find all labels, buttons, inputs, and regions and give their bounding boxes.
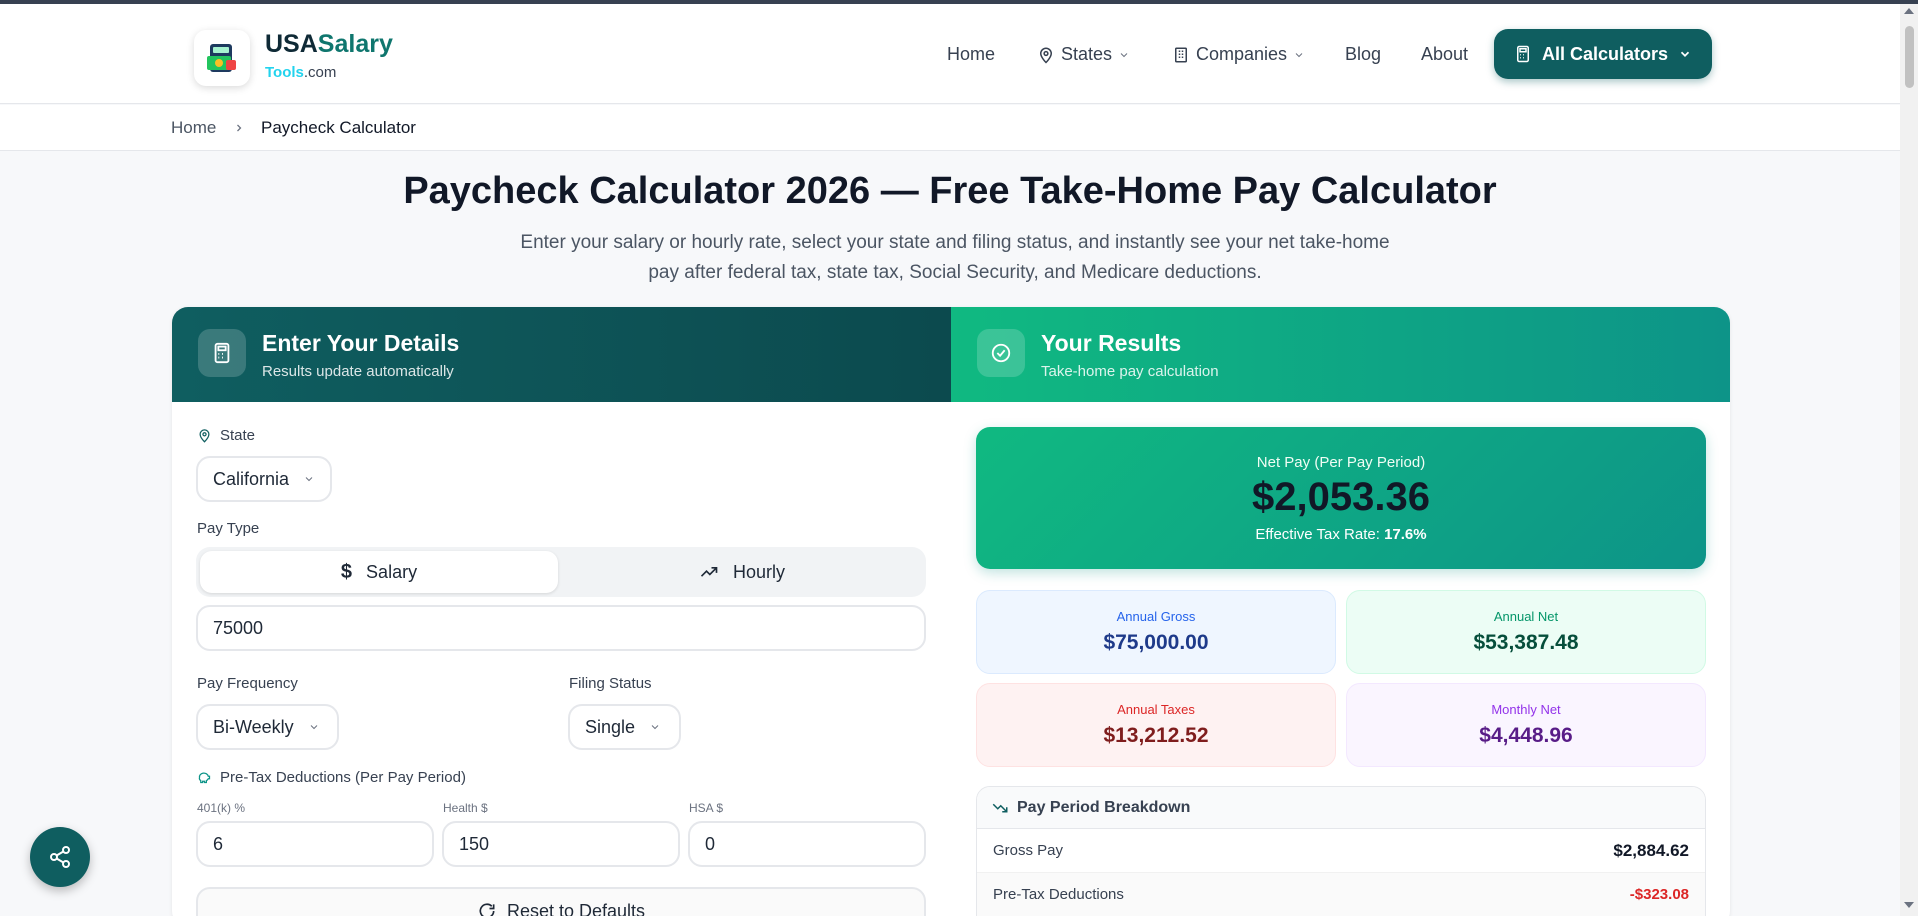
annual-taxes-card: Annual Taxes $13,212.52 <box>976 683 1336 767</box>
salary-input[interactable]: 75000 <box>196 605 926 651</box>
filing-status-select[interactable]: Single <box>568 704 681 750</box>
monthly-net-value: $4,448.96 <box>1479 724 1573 747</box>
share-icon <box>50 846 70 868</box>
401k-input[interactable]: 6 <box>196 821 434 867</box>
breadcrumb-current: Paycheck Calculator <box>261 118 416 137</box>
all-calculators-button[interactable]: All Calculators <box>1494 29 1712 79</box>
annual-net-value: $53,387.48 <box>1473 631 1579 654</box>
nav-home[interactable]: Home <box>947 44 995 65</box>
results-title: Your Results <box>1041 330 1182 356</box>
trending-up-icon <box>700 567 718 577</box>
hsa-input[interactable]: 0 <box>688 821 926 867</box>
filing-status-label: Filing Status <box>569 675 652 692</box>
health-label: Health $ <box>443 801 488 815</box>
breakdown-header: Pay Period Breakdown <box>977 787 1705 829</box>
pay-period-breakdown: Pay Period Breakdown Gross Pay $2,884.62… <box>976 786 1706 916</box>
net-pay-card: Net Pay (Per Pay Period) $2,053.36 Effec… <box>976 427 1706 569</box>
calculator-icon <box>198 329 246 377</box>
nav-companies[interactable]: Companies <box>1172 44 1305 65</box>
chevron-down-icon <box>310 725 318 730</box>
net-pay-value: $2,053.36 <box>1252 475 1430 519</box>
logo[interactable] <box>194 30 250 86</box>
scroll-up-arrow-icon[interactable] <box>1904 8 1914 14</box>
annual-gross-card: Annual Gross $75,000.00 <box>976 590 1336 674</box>
brand-name[interactable]: USASalary <box>265 30 393 59</box>
breadcrumb-separator-icon <box>233 118 245 139</box>
breakdown-row: Pre-Tax Deductions -$323.08 <box>977 873 1705 916</box>
annual-net-label: Annual Net <box>1493 609 1559 624</box>
hsa-label: HSA $ <box>689 801 724 815</box>
site-header: USASalary Tools.com Home States Companie… <box>0 4 1900 104</box>
page-title: Paycheck Calculator 2026 — Free Take-Hom… <box>403 170 1497 212</box>
health-input[interactable]: 150 <box>442 821 680 867</box>
scrollbar[interactable] <box>1900 4 1918 916</box>
calculator-icon <box>1516 45 1529 63</box>
annual-taxes-value: $13,212.52 <box>1103 724 1209 747</box>
map-pin-icon <box>199 429 210 443</box>
annual-net-card: Annual Net $53,387.48 <box>1346 590 1706 674</box>
pretax-deductions-label: Pre-Tax Deductions (Per Pay Period) <box>197 769 466 786</box>
annual-gross-value: $75,000.00 <box>1103 631 1209 654</box>
breadcrumb-home[interactable]: Home <box>171 118 216 138</box>
share-button[interactable] <box>30 827 90 887</box>
refresh-icon <box>479 903 495 916</box>
check-circle-icon <box>977 329 1025 377</box>
state-label: State <box>197 427 255 444</box>
results-subtitle: Take-home pay calculation <box>1041 363 1219 380</box>
results-header: Your Results Take-home pay calculation <box>951 307 1730 402</box>
pay-type-label: Pay Type <box>197 520 260 537</box>
pay-type-salary-button[interactable]: $ Salary <box>200 551 558 593</box>
scroll-thumb[interactable] <box>1905 26 1914 88</box>
calculator-card: Enter Your Details Results update automa… <box>172 307 1730 916</box>
map-pin-icon <box>1039 47 1053 64</box>
chevron-down-icon <box>1120 52 1128 57</box>
trending-down-icon <box>992 803 1008 812</box>
chevron-down-icon <box>1680 51 1690 57</box>
pay-type-toggle: $ Salary Hourly <box>196 547 926 597</box>
401k-label: 401(k) % <box>197 801 246 815</box>
effective-rate: Effective Tax Rate: 17.6% <box>1255 526 1427 543</box>
state-select[interactable]: California <box>196 456 332 502</box>
building-icon <box>1175 47 1187 62</box>
chevron-down-icon <box>305 477 313 482</box>
reset-button[interactable]: Reset to Defaults <box>196 887 926 916</box>
annual-taxes-label: Annual Taxes <box>1117 702 1195 717</box>
dollar-icon: $ <box>340 560 353 583</box>
chevron-down-icon <box>651 725 659 730</box>
page-subtitle: Enter your salary or hourly rate, select… <box>520 232 1390 283</box>
pay-frequency-select[interactable]: Bi-Weekly <box>196 704 339 750</box>
scroll-down-arrow-icon[interactable] <box>1904 902 1914 908</box>
monthly-net-label: Monthly Net <box>1491 702 1561 717</box>
details-title: Enter Your Details <box>262 330 460 356</box>
nav-about[interactable]: About <box>1421 44 1468 65</box>
chevron-down-icon <box>1295 52 1303 57</box>
brand-domain: Tools.com <box>265 64 337 81</box>
calculator-money-icon <box>207 44 236 72</box>
breakdown-row: Gross Pay $2,884.62 <box>977 829 1705 873</box>
nav-blog[interactable]: Blog <box>1345 44 1381 65</box>
net-pay-label: Net Pay (Per Pay Period) <box>1256 454 1426 471</box>
annual-gross-label: Annual Gross <box>1116 609 1196 624</box>
pay-frequency-label: Pay Frequency <box>197 675 298 692</box>
monthly-net-card: Monthly Net $4,448.96 <box>1346 683 1706 767</box>
pay-type-hourly-button[interactable]: Hourly <box>562 551 922 593</box>
details-header: Enter Your Details Results update automa… <box>172 307 951 402</box>
details-subtitle: Results update automatically <box>262 363 454 380</box>
nav-states[interactable]: States <box>1037 44 1130 65</box>
piggy-bank-icon <box>198 772 211 784</box>
